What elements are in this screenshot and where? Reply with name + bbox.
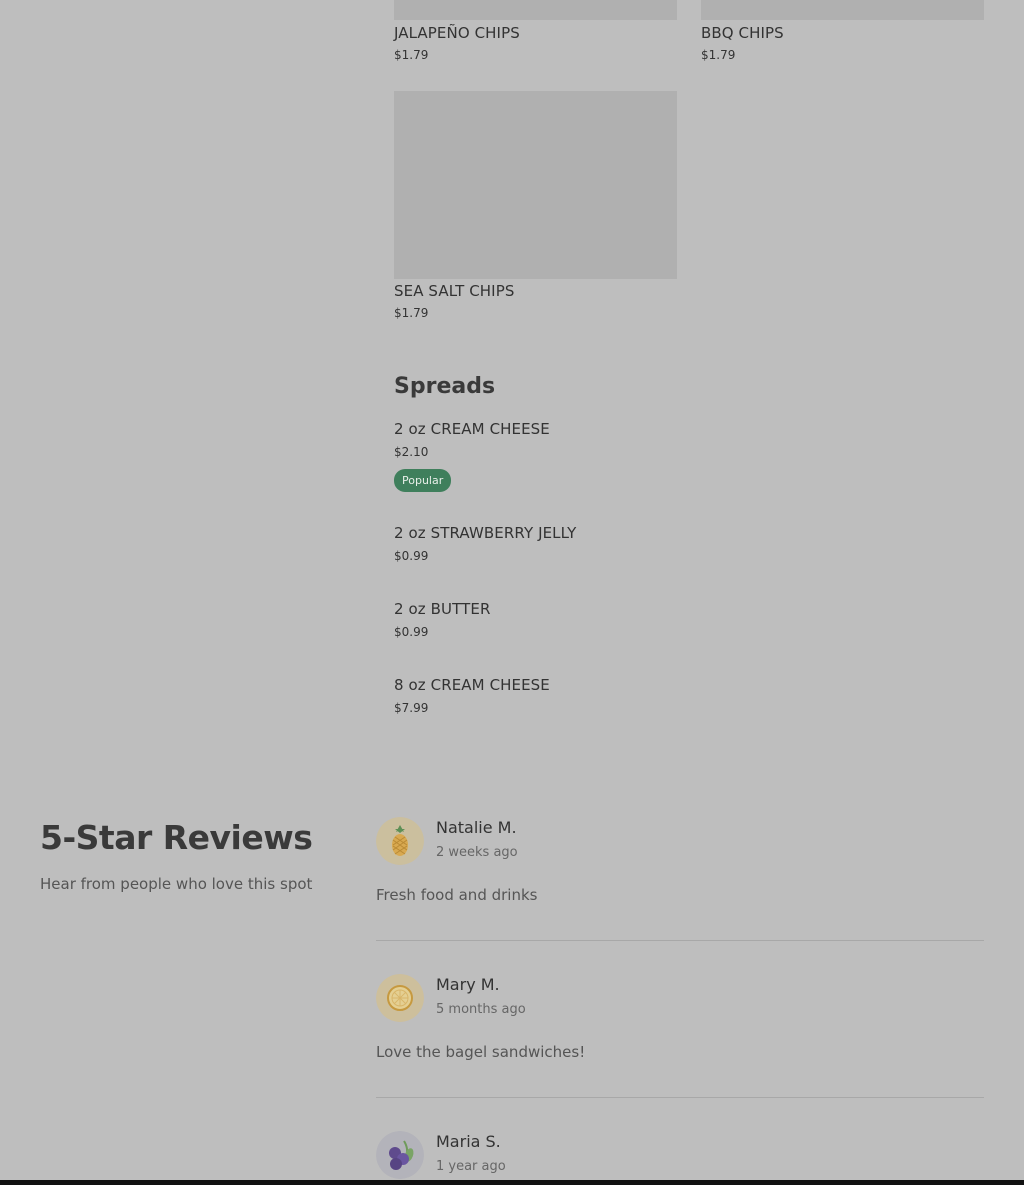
section-title-spreads: Spreads: [394, 374, 496, 399]
menu-item-bbq-chips[interactable]: BBQ CHIPS $1.79: [701, 24, 984, 62]
review-time: 1 year ago: [436, 1159, 506, 1174]
menu-item-image[interactable]: [701, 0, 984, 20]
popular-badge: Popular: [394, 469, 452, 492]
pineapple-icon: [376, 817, 424, 865]
menu-item-name: SEA SALT CHIPS: [394, 282, 515, 300]
menu-item-price: $1.79: [701, 48, 736, 62]
reviews-subtitle: Hear from people who love this spot: [40, 875, 313, 893]
menu-item-name: 2 oz CREAM CHEESE: [394, 420, 550, 438]
blueberries-icon: [376, 1131, 424, 1179]
menu-item-price: $0.99: [394, 625, 429, 639]
divider: [376, 940, 984, 941]
menu-item-price: $7.99: [394, 701, 429, 715]
menu-item-sea-salt-chips[interactable]: SEA SALT CHIPS $1.79: [394, 282, 677, 320]
menu-item-jalapeno-chips[interactable]: JALAPEÑO CHIPS $1.79: [394, 24, 677, 62]
menu-item-name: 2 oz BUTTER: [394, 600, 491, 618]
reviewer-name: Maria S.: [436, 1132, 501, 1151]
menu-item-name: BBQ CHIPS: [701, 24, 784, 42]
avatar: [376, 974, 424, 1022]
menu-item-price: $2.10: [394, 445, 429, 459]
menu-item-image[interactable]: [394, 91, 677, 279]
review-time: 2 weeks ago: [436, 845, 518, 860]
menu-item-name: JALAPEÑO CHIPS: [394, 24, 520, 42]
avatar: [376, 817, 424, 865]
reviewer-name: Mary M.: [436, 975, 500, 994]
lemon-slice-icon: [376, 974, 424, 1022]
menu-item-strawberry-jelly[interactable]: 2 oz STRAWBERRY JELLY $0.99: [394, 524, 694, 563]
avatar: [376, 1131, 424, 1179]
menu-item-butter[interactable]: 2 oz BUTTER $0.99: [394, 600, 694, 639]
menu-item-cream-cheese-2oz[interactable]: 2 oz CREAM CHEESE $2.10: [394, 420, 694, 459]
review-time: 5 months ago: [436, 1002, 526, 1017]
menu-item-price: $1.79: [394, 306, 429, 320]
reviews-title: 5-Star Reviews: [40, 818, 313, 857]
menu-item-name: 2 oz STRAWBERRY JELLY: [394, 524, 577, 542]
menu-item-name: 8 oz CREAM CHEESE: [394, 676, 550, 694]
review-text: Love the bagel sandwiches!: [376, 1043, 586, 1061]
menu-item-price: $1.79: [394, 48, 429, 62]
menu-item-price: $0.99: [394, 549, 429, 563]
review-text: Fresh food and drinks: [376, 886, 538, 904]
reviewer-name: Natalie M.: [436, 818, 517, 837]
menu-item-image[interactable]: [394, 0, 677, 20]
bottom-edge: [0, 1180, 1024, 1185]
divider: [376, 1097, 984, 1098]
menu-item-cream-cheese-8oz[interactable]: 8 oz CREAM CHEESE $7.99: [394, 676, 694, 715]
